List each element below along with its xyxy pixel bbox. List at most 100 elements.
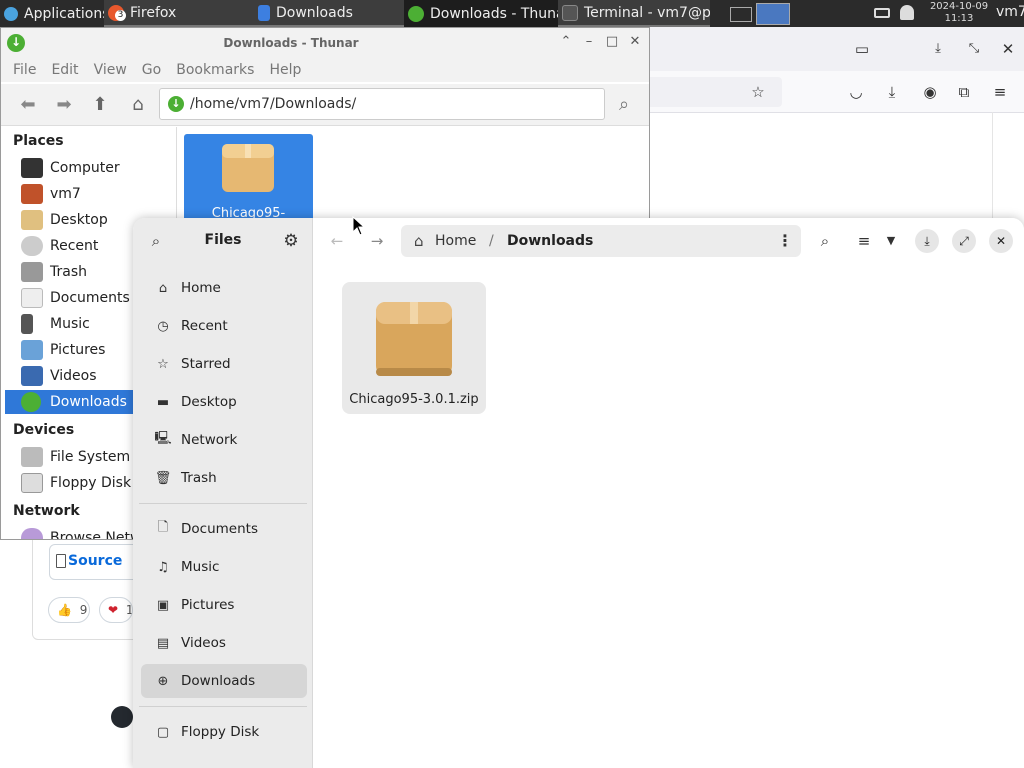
tab-list-icon[interactable]: ▭ [852, 39, 872, 59]
firefox-nav-bar: ☆ ◡ ⤓ ◉ ⧉ ≡ [640, 71, 1024, 113]
menu-help[interactable]: Help [269, 62, 301, 78]
sidebar-header: ⌕ Files ⚙ [133, 218, 313, 264]
clock[interactable]: 2024-10-09 11:13 [924, 1, 994, 25]
clock-time: 11:13 [944, 13, 974, 24]
sidebar-item-home[interactable]: ⌂ Home [141, 271, 307, 305]
minimize-icon[interactable]: – [581, 34, 597, 50]
source-button[interactable]: Source [49, 544, 139, 580]
reaction-heart[interactable]: ❤ 1 [99, 597, 133, 623]
github-logo-icon[interactable] [111, 706, 133, 728]
view-options-dropdown-icon[interactable]: ▼ [879, 229, 903, 253]
files-file-item[interactable]: Chicago95-3.0.1.zip [342, 282, 486, 414]
menu-view[interactable]: View [94, 62, 127, 78]
account-icon[interactable]: ◉ [920, 82, 940, 102]
place-label: Pictures [50, 342, 106, 358]
device-label: File System [50, 449, 131, 465]
task-label: Downloads - Thunar [430, 5, 558, 22]
notification-bell-icon[interactable] [900, 5, 914, 20]
file-name: Chicago95-3.0.1.zip [349, 392, 479, 407]
task-label: Firefox [130, 4, 177, 21]
menu-go[interactable]: Go [142, 62, 161, 78]
place-computer[interactable]: Computer [5, 156, 175, 180]
reaction-count: 1 [125, 603, 133, 617]
user-menu[interactable]: vm7 [996, 4, 1024, 20]
sidebar-item-trash[interactable]: 🗑 Trash [141, 461, 307, 495]
task-label: Terminal - vm7@p... [584, 4, 710, 21]
sidebar-item-videos[interactable]: ▤ Videos [141, 626, 307, 660]
menu-edit[interactable]: Edit [51, 62, 78, 78]
sidebar-item-documents[interactable]: 🗋 Documents [141, 512, 307, 546]
place-label: Downloads [50, 394, 127, 410]
up-icon[interactable]: ⬆ [89, 94, 111, 116]
bookmark-star-icon[interactable]: ☆ [748, 82, 768, 102]
close-icon[interactable]: ✕ [627, 34, 643, 50]
download-icon[interactable]: ⤓ [915, 229, 939, 253]
sidebar-label: Trash [181, 470, 217, 486]
place-label: Videos [50, 368, 97, 384]
recent-clock-icon [21, 236, 43, 256]
location-path: /home/vm7/Downloads/ [190, 96, 357, 112]
thunar-titlebar[interactable]: ↓ Downloads - Thunar ⌃ – □ ✕ [1, 28, 649, 58]
network-icon: 🖳 [154, 431, 172, 446]
archive-box-icon [222, 144, 274, 192]
sidebar-item-music[interactable]: ♫ Music [141, 550, 307, 584]
maximize-icon[interactable]: ⤢ [952, 229, 976, 253]
breadcrumb-home[interactable]: Home [435, 233, 476, 249]
task-firefox[interactable]: 3 Firefox [104, 0, 254, 27]
location-bar[interactable]: ↓ /home/vm7/Downloads/ [159, 88, 605, 120]
pocket-icon[interactable]: ◡ [846, 82, 866, 102]
forward-icon[interactable]: ➡ [53, 94, 75, 116]
task-thunar[interactable]: Downloads - Thunar [404, 0, 558, 27]
breadcrumb-current[interactable]: Downloads [507, 233, 593, 249]
sidebar-item-desktop[interactable]: ▬ Desktop [141, 385, 307, 419]
home-icon[interactable]: ⌂ [127, 94, 149, 116]
thunar-file-item[interactable]: Chicago95-3.0.1.zip [184, 134, 313, 236]
sidebar-item-downloads[interactable]: ⊕ Downloads [141, 664, 307, 698]
workspace-1[interactable] [730, 7, 752, 22]
path-menu-icon[interactable]: ⋮ [777, 231, 793, 250]
battery-icon[interactable] [874, 8, 890, 18]
back-arrow-icon[interactable]: ← [325, 229, 349, 253]
search-folder-icon[interactable]: ⌕ [813, 229, 837, 253]
search-icon[interactable]: ⌕ [613, 94, 635, 116]
download-icon[interactable]: ⤓ [928, 39, 948, 59]
downloads-icon[interactable]: ⤓ [882, 82, 902, 102]
place-label: Documents [50, 290, 130, 306]
task-downloads[interactable]: Downloads [254, 0, 404, 27]
network-header: Network [13, 503, 80, 519]
shade-icon[interactable]: ⌃ [558, 34, 574, 50]
place-label: Recent [50, 238, 99, 254]
menu-bookmarks[interactable]: Bookmarks [176, 62, 254, 78]
floppy-disk-icon [21, 473, 43, 493]
heart-icon: ❤ [108, 603, 119, 617]
restore-icon[interactable]: ⤡ [964, 39, 984, 59]
reaction-thumbs-up[interactable]: 👍 9 [48, 597, 90, 623]
list-view-icon[interactable]: ≡ [852, 229, 876, 253]
back-icon[interactable]: ⬅ [17, 94, 39, 116]
firefox-tab-strip: ▭ ⤓ ⤡ ✕ [640, 27, 1024, 71]
sidebar-item-starred[interactable]: ☆ Starred [141, 347, 307, 381]
files-window: ⌕ Files ⚙ ⌂ Home ◷ Recent ☆ Starred ▬ Deskto… [133, 218, 1024, 768]
sidebar-item-recent[interactable]: ◷ Recent [141, 309, 307, 343]
place-label: Computer [50, 160, 120, 176]
task-terminal[interactable]: Terminal - vm7@p... [558, 0, 710, 27]
workspace-2[interactable] [756, 3, 790, 25]
applications-menu[interactable]: Applications [0, 0, 104, 27]
close-icon[interactable]: ✕ [998, 39, 1018, 59]
sidebar-item-pictures[interactable]: ▣ Pictures [141, 588, 307, 622]
sidebar-label: Desktop [181, 394, 237, 410]
picture-icon: ▣ [156, 597, 170, 613]
archive-box-icon [376, 302, 452, 376]
xfce-logo-icon [4, 6, 18, 21]
menu-file[interactable]: File [13, 62, 36, 78]
forward-arrow-icon[interactable]: → [365, 229, 389, 253]
sidebar-item-network[interactable]: 🖳 Network [141, 423, 307, 457]
file-code-icon [56, 554, 66, 568]
maximize-icon[interactable]: □ [604, 34, 620, 50]
extensions-icon[interactable]: ⧉ [954, 82, 974, 102]
place-home[interactable]: vm7 [5, 182, 175, 206]
settings-gear-icon[interactable]: ⚙ [279, 229, 303, 253]
sidebar-item-floppy[interactable]: ▢ Floppy Disk [141, 715, 307, 749]
close-icon[interactable]: ✕ [989, 229, 1013, 253]
menu-icon[interactable]: ≡ [990, 82, 1010, 102]
